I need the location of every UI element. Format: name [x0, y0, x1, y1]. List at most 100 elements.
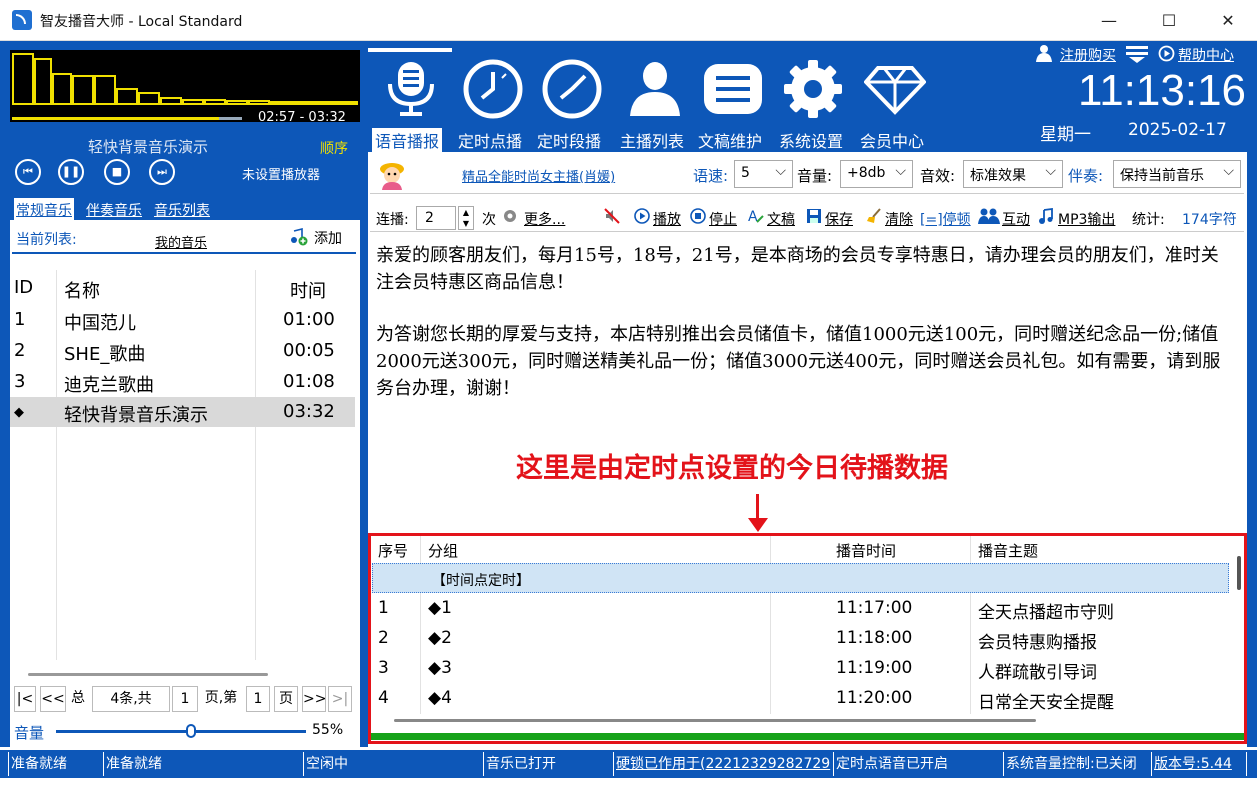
clear-button[interactable]: 清除: [885, 209, 913, 229]
column-header-no[interactable]: 序号: [378, 540, 408, 561]
anchor-name-link[interactable]: 精品全能时尚女主播(肖媛): [462, 166, 615, 185]
tab-scheduled-period[interactable]: 定时段播: [537, 128, 601, 152]
column-header-time[interactable]: 播音时间: [836, 540, 896, 561]
mp3-output-button[interactable]: MP3输出: [1058, 209, 1115, 229]
page-label: 页,第: [200, 686, 242, 712]
column-header-id[interactable]: ID: [14, 277, 33, 298]
volume-db-select[interactable]: +8db: [840, 160, 913, 188]
maximize-button[interactable]: ☐: [1154, 8, 1184, 34]
table-row[interactable]: 3 迪克兰歌曲 01:08: [10, 367, 355, 397]
document-list-icon[interactable]: [702, 58, 764, 120]
add-music-icon[interactable]: [290, 228, 308, 246]
broom-icon[interactable]: [866, 208, 882, 224]
tab-scheduled-point[interactable]: 定时点播: [458, 128, 522, 152]
tab-member-center[interactable]: 会员中心: [860, 128, 924, 152]
mute-icon[interactable]: [604, 208, 620, 224]
next-track-button[interactable]: ⏭: [149, 159, 175, 185]
diamond-icon[interactable]: [864, 58, 926, 120]
pause-insert-button[interactable]: [=]停顿: [920, 209, 971, 229]
document-button[interactable]: 文稿: [767, 209, 795, 229]
tab-voice-broadcast[interactable]: 语音播报: [372, 128, 443, 152]
table-row[interactable]: 2 ◆2 11:18:00 会员特惠购播报: [372, 623, 1229, 653]
tab-system-settings[interactable]: 系统设置: [779, 128, 843, 152]
volume-slider[interactable]: [56, 730, 306, 733]
horizontal-scrollbar[interactable]: [394, 719, 1036, 722]
gear-icon[interactable]: [782, 58, 844, 120]
status-cell[interactable]: 系统音量控制:已关闭: [1003, 752, 1151, 776]
accompaniment-select[interactable]: 保持当前音乐: [1113, 160, 1241, 188]
table-row[interactable]: 4 ◆4 11:20:00 日常全天安全提醒: [372, 683, 1229, 713]
current-list-name[interactable]: 我的音乐: [155, 232, 207, 251]
music-note-icon[interactable]: [1038, 208, 1054, 224]
tab-regular-music[interactable]: 常规音乐: [14, 198, 74, 222]
tab-accompaniment-music[interactable]: 伴奏音乐: [84, 198, 144, 222]
clock-icon[interactable]: [462, 58, 524, 120]
add-music-button[interactable]: 添加: [314, 228, 342, 248]
row-name: 迪克兰歌曲: [64, 375, 154, 396]
weekday: 星期一: [1040, 125, 1091, 145]
stop-button[interactable]: ■: [104, 159, 130, 185]
first-page-button[interactable]: |<: [14, 686, 36, 712]
version-link[interactable]: 版本号:5.44: [1151, 752, 1247, 776]
column-header-topic[interactable]: 播音主题: [978, 540, 1038, 561]
volume-slider-handle[interactable]: [186, 724, 196, 738]
date: 2025-02-17: [1128, 120, 1227, 140]
anchor-avatar-icon[interactable]: [378, 160, 406, 190]
repeat-spinner[interactable]: ▲ ▼: [458, 206, 474, 230]
timer-clock-icon[interactable]: [541, 58, 603, 120]
help-play-icon[interactable]: [1158, 45, 1175, 62]
play-icon[interactable]: [634, 208, 650, 224]
broadcast-text-editor[interactable]: 亲爱的顾客朋友们，每月15号，18号，21号，是本商场的会员专享特惠日，请办理会…: [370, 236, 1242, 432]
current-page-input[interactable]: 1: [246, 686, 270, 712]
table-row-selected[interactable]: ◆ 轻快背景音乐演示 03:32: [10, 397, 355, 427]
minimize-button[interactable]: —: [1094, 8, 1124, 34]
table-row[interactable]: 1 ◆1 11:17:00 全天点播超市守则: [372, 593, 1229, 623]
microphone-icon[interactable]: [380, 58, 442, 120]
tab-script-maintenance[interactable]: 文稿维护: [698, 128, 762, 152]
tab-music-list[interactable]: 音乐列表: [152, 198, 212, 222]
table-row[interactable]: 3 ◆3 11:19:00 人群疏散引导词: [372, 653, 1229, 683]
table-row[interactable]: 2 SHE_歌曲 00:05: [10, 336, 355, 366]
prev-page-button[interactable]: <<: [40, 686, 66, 712]
spectrum-bar: [204, 99, 226, 105]
play-order-toggle[interactable]: 顺序: [320, 138, 348, 158]
pause-button[interactable]: ❚❚: [58, 159, 84, 185]
user-icon[interactable]: [624, 58, 686, 120]
play-button[interactable]: 播放: [653, 209, 681, 229]
page-suffix: 页: [274, 686, 298, 712]
repeat-count-input[interactable]: 2: [416, 206, 456, 230]
interact-users-icon[interactable]: [978, 208, 1000, 224]
stop-icon[interactable]: [690, 208, 706, 224]
save-button[interactable]: 保存: [825, 209, 853, 229]
document-icon[interactable]: A: [748, 208, 764, 224]
table-row[interactable]: 1 中国范儿 01:00: [10, 305, 355, 335]
vertical-scrollbar[interactable]: [1237, 556, 1241, 590]
speed-select[interactable]: 5: [734, 160, 793, 188]
row-no: 2: [378, 628, 389, 648]
player-status[interactable]: 未设置播放器: [242, 164, 320, 183]
prev-track-button[interactable]: ⏮: [15, 159, 41, 185]
column-header-time[interactable]: 时间: [290, 277, 326, 303]
help-center-link[interactable]: 帮助中心: [1178, 45, 1234, 65]
tab-anchor-list[interactable]: 主播列表: [620, 128, 684, 152]
status-cell-hardware-lock[interactable]: 硬锁已作用于(22212329282729: [613, 752, 833, 776]
close-button[interactable]: ✕: [1213, 8, 1243, 34]
column-header-name[interactable]: 名称: [64, 277, 100, 303]
column-header-group[interactable]: 分组: [428, 540, 458, 561]
menu-down-icon[interactable]: [1126, 45, 1148, 63]
last-page-button[interactable]: >|: [328, 686, 352, 712]
row-time: 11:19:00: [836, 658, 913, 678]
stop-button[interactable]: 停止: [709, 209, 737, 229]
next-page-button[interactable]: >>: [302, 686, 326, 712]
status-cell: 准备就绪: [103, 752, 303, 776]
row-no: 1: [378, 598, 389, 618]
save-icon[interactable]: [806, 208, 822, 224]
gear-small-icon[interactable]: [502, 208, 518, 224]
window-title: 智友播音大师 - Local Standard: [40, 14, 243, 30]
interact-button[interactable]: 互动: [1002, 209, 1030, 229]
horizontal-scrollbar[interactable]: [28, 673, 268, 676]
register-purchase-link[interactable]: 注册购买: [1060, 45, 1116, 65]
more-button[interactable]: 更多...: [524, 209, 565, 229]
row-name: SHE_歌曲: [64, 344, 146, 365]
effect-select[interactable]: 标准效果: [963, 160, 1063, 188]
